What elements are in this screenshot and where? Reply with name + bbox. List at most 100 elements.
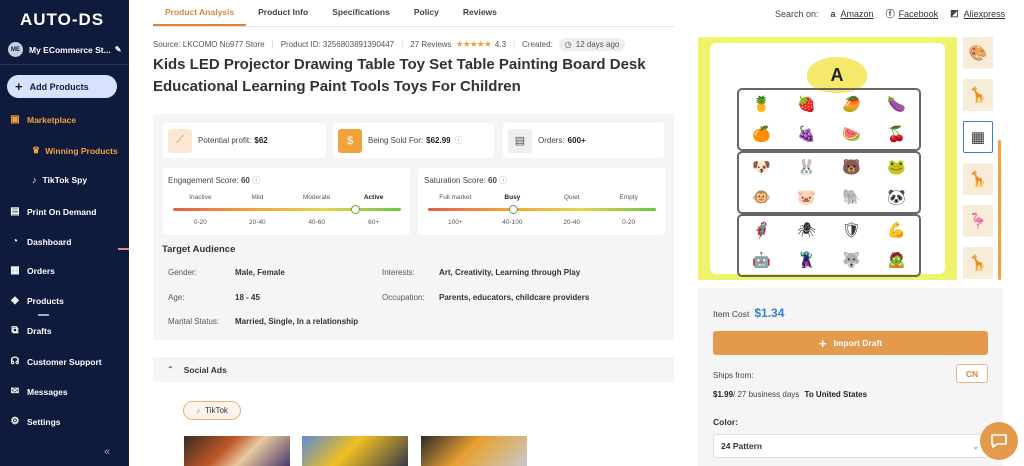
chat-button[interactable]: [980, 422, 1018, 460]
store-selector[interactable]: ME My ECommerce St... ✎: [8, 42, 121, 57]
sidebar-item-marketplace[interactable]: ▣ Marketplace: [9, 114, 76, 126]
sidebar: AUTO-DS ME My ECommerce St... ✎ + Add Pr…: [0, 0, 129, 466]
sidebar-item-winning-products[interactable]: ♛ Winning Products: [32, 145, 118, 156]
image-thumbnail[interactable]: 🦒: [963, 163, 993, 195]
engagement-score-label: Engagement Score: 60 ⓘ: [168, 176, 261, 185]
video-thumbnail[interactable]: [184, 436, 290, 466]
import-draft-button[interactable]: + Import Draft: [713, 331, 988, 355]
gender-value: Male, Female: [235, 268, 285, 277]
plus-icon: +: [818, 335, 827, 351]
scroll-marker: [118, 248, 129, 250]
sidebar-item-print-on-demand[interactable]: ▤ Print On Demand: [9, 206, 96, 218]
gauge-range-label: 0-20: [622, 219, 636, 226]
age-label: Age:: [168, 293, 185, 302]
review-count[interactable]: 27 Reviews: [410, 40, 451, 49]
sidebar-item-products[interactable]: ◈ Products: [9, 295, 64, 307]
color-select[interactable]: 24 Pattern ⌄: [713, 434, 988, 458]
clock-icon: ◷: [564, 40, 572, 49]
facebook-icon: ⓕ: [885, 9, 895, 19]
tab-reviews[interactable]: Reviews: [451, 0, 509, 26]
gauge-level-label: Moderate: [302, 194, 331, 201]
saturation-score-card: Saturation Score: 60 ⓘ Full market 100+ Bu…: [418, 168, 665, 235]
created-badge: ◷ 12 days ago: [558, 38, 626, 51]
ship-country-button[interactable]: CN: [956, 364, 988, 383]
box-icon: ◈: [11, 295, 19, 306]
search-on-bar: Search on: a Amazon ⓕ Facebook ◩ Aliexpr…: [775, 7, 1005, 20]
tab-specifications[interactable]: Specifications: [320, 0, 402, 26]
fruit-grid: 🍍 🍓 🥭 🍆 🍊 🍇 🍉 🍒: [737, 88, 921, 151]
gauge-indicator: [350, 205, 360, 214]
marital-value: Married, Single, In a relationship: [235, 317, 359, 326]
gauge-range-label: 20-40: [563, 219, 580, 226]
app-logo[interactable]: AUTO-DS: [20, 10, 104, 30]
tiktok-filter-button[interactable]: ♪ TikTok: [183, 401, 241, 420]
image-thumbnail[interactable]: 🎨: [963, 37, 993, 69]
gauge-icon: ◔: [11, 236, 19, 247]
store-avatar: ME: [8, 42, 23, 57]
collapse-sidebar-icon[interactable]: «: [104, 446, 110, 458]
info-icon[interactable]: ⓘ: [252, 176, 260, 185]
gauge-level-label: Empty: [619, 194, 638, 201]
info-icon[interactable]: ⓘ: [499, 176, 507, 185]
item-cost: Item Cost $1.34: [713, 306, 785, 320]
video-thumbnail[interactable]: [302, 436, 408, 466]
search-on-label: Search on:: [775, 8, 819, 19]
item-cost-value: $1.34: [754, 306, 785, 320]
product-meta: Source: LKCOMO No977 Store | Product ID:…: [153, 38, 626, 51]
image-thumbnail-selected[interactable]: ▦: [963, 121, 993, 153]
gauge-range-label: 60+: [368, 219, 380, 226]
occupation-value: Parents, educators, childcare providers: [439, 293, 590, 302]
pencil-icon[interactable]: ✎: [115, 45, 122, 54]
divider: [153, 26, 674, 27]
sidebar-item-dashboard[interactable]: ◔ Dashboard: [9, 236, 71, 248]
gauge-indicator: [509, 205, 518, 214]
chat-icon: [991, 434, 1007, 449]
drawing-board-illustration: A 🍍 🍓 🥭 🍆 🍊 🍇 🍉 🍒 🐶 🐰 🐻 🐸 🐵 🐷 🐘 🐼 🦸 🕷 🛡 💪 🤖 🦹 🐺 🧟: [710, 43, 945, 277]
sidebar-item-orders[interactable]: ▦ Orders: [9, 265, 55, 277]
created-label: Created:: [522, 40, 553, 49]
sidebar-item-customer-support[interactable]: ☊ Customer Support: [9, 356, 102, 368]
shipping-info: $1.99/ 27 business days To United States: [713, 390, 868, 399]
store-icon: ▣: [10, 114, 20, 125]
add-products-button[interactable]: + Add Products: [7, 75, 117, 98]
product-main-image[interactable]: A 🍍 🍓 🥭 🍆 🍊 🍇 🍉 🍒 🐶 🐰 🐻 🐸 🐵 🐷 🐘 🐼 🦸 🕷 🛡 💪 🤖 🦹 🐺 🧟: [698, 37, 957, 280]
sidebar-item-drafts[interactable]: ⧉ Drafts: [9, 325, 51, 337]
aliexpress-link[interactable]: Aliexpress: [964, 9, 1006, 19]
product-tabs: Product Analysis Product Info Specificat…: [153, 0, 509, 26]
image-thumbnail[interactable]: 🦩: [963, 205, 993, 237]
info-icon[interactable]: ⓘ: [455, 135, 463, 146]
image-thumbnail[interactable]: 🦒: [963, 79, 993, 111]
occupation-label: Occupation:: [382, 293, 425, 302]
tab-product-info[interactable]: Product Info: [246, 0, 320, 26]
orders-icon: ▦: [10, 265, 20, 276]
sidebar-item-messages[interactable]: ✉ Messages: [9, 386, 68, 398]
social-ads-header[interactable]: ⌃ Social Ads: [153, 357, 674, 382]
sidebar-item-tiktok-spy[interactable]: ♪ TikTok Spy: [32, 175, 87, 185]
image-thumbnail[interactable]: 🦒: [963, 247, 993, 279]
thumbnail-scrollbar[interactable]: [998, 140, 1001, 280]
tiktok-icon: ♪: [32, 175, 37, 185]
store-name: My ECommerce St...: [29, 44, 111, 55]
gauge-range-label: 40-60: [308, 219, 325, 226]
video-thumbnail[interactable]: [421, 436, 527, 466]
tab-policy[interactable]: Policy: [402, 0, 451, 26]
divider: [0, 64, 129, 65]
plus-icon: +: [15, 79, 23, 94]
tab-product-analysis[interactable]: Product Analysis: [153, 0, 247, 26]
tiktok-icon: ♪: [196, 406, 201, 415]
print-icon: ▤: [10, 206, 20, 217]
chevron-down-icon: ⌄: [972, 441, 979, 451]
product-id: Product ID: 3256803891390447: [280, 40, 395, 49]
gauge-bar: [428, 208, 656, 211]
sidebar-item-settings[interactable]: ⚙ Settings: [9, 416, 61, 428]
facebook-link[interactable]: Facebook: [899, 9, 939, 19]
gauge-range-label: 0-20: [193, 219, 207, 226]
gauge-level-label: Mild: [251, 194, 264, 201]
scroll-marker: [38, 314, 49, 316]
gauge-range-label: 40-100: [502, 219, 523, 226]
amazon-link[interactable]: Amazon: [841, 9, 874, 19]
mail-icon: ✉: [10, 386, 20, 397]
color-label: Color:: [713, 417, 739, 427]
chart-icon: ⟋: [168, 128, 192, 153]
saturation-score-label: Saturation Score: 60 ⓘ: [424, 176, 508, 185]
